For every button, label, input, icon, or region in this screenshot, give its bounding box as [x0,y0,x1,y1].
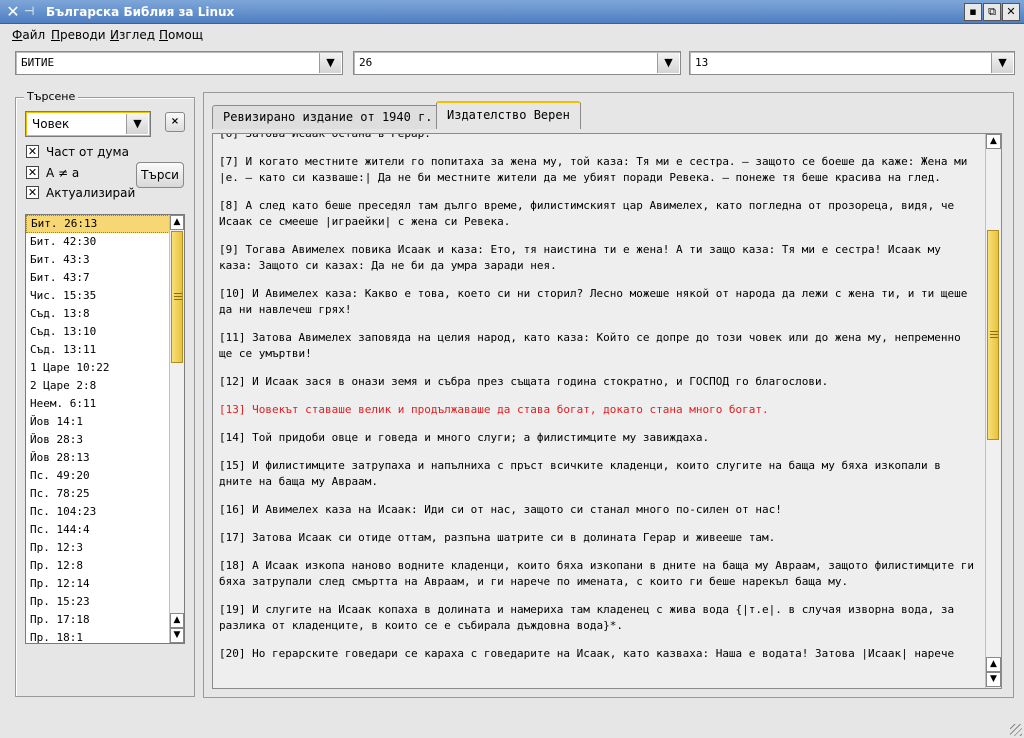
search-result-item[interactable]: Пр. 12:14 [26,575,184,593]
maximize-button[interactable]: ⧉ [983,3,1001,21]
option-label: Актуализирай [46,186,136,200]
verse: [20] Но герарските говедари се караха с … [219,647,955,660]
checkbox-checked-icon[interactable]: ✕ [26,145,39,158]
search-result-item[interactable]: Пр. 17:18 [26,611,184,629]
verse: [8] А след като беше преседял там дълго … [219,199,955,228]
search-result-item[interactable]: Съд. 13:11 [26,341,184,359]
menu-file[interactable]: Файл [12,28,45,42]
search-result-item[interactable]: Чис. 15:35 [26,287,184,305]
search-result-item[interactable]: 2 Царе 2:8 [26,377,184,395]
verse-highlighted: [13] Човекът ставаше велик и продължаваш… [219,403,769,416]
search-result-item[interactable]: Йов 14:1 [26,413,184,431]
minimize-button[interactable]: ▪ [964,3,982,21]
search-result-item[interactable]: Пс. 78:25 [26,485,184,503]
search-result-item[interactable]: Бит. 42:30 [26,233,184,251]
search-results-list[interactable]: Бит. 26:13 Бит. 42:30 Бит. 43:3 Бит. 43:7 Чи… [25,214,185,644]
arrow-up-icon[interactable]: ▲ [170,215,184,230]
verse-text-area[interactable]: [6] Затова Исаак остана в Герар. [7] И ко… [212,133,1002,689]
arrow-up-icon[interactable]: ▲ [170,613,184,628]
chevron-down-icon[interactable]: ▼ [657,53,679,73]
option-label: Част от дума [46,145,129,159]
search-result-item[interactable]: Йов 28:13 [26,449,184,467]
close-button[interactable]: ✕ [1002,3,1020,21]
window-title: Българска Библия за Linux [46,5,235,19]
search-result-item[interactable]: Съд. 13:10 [26,323,184,341]
verse: [6] Затова Исаак остана в Герар. [219,133,431,140]
chevron-down-icon[interactable]: ▼ [126,114,148,134]
search-result-item[interactable]: 1 Царе 10:22 [26,359,184,377]
scrollbar-thumb[interactable] [171,231,183,363]
text-scrollbar[interactable]: ▲ ▲ ▼ [985,134,1001,688]
checkbox-checked-icon[interactable]: ✕ [26,186,39,199]
verse: [16] И Авимелех каза на Исаак: Иди си от… [219,503,782,516]
x-logo-icon[interactable]: ✕ [3,2,23,22]
search-panel: Търсене Човек ▼ × ✕ Част от дума ✕ А ≠ а… [15,90,195,697]
verse: [12] И Исаак зася в онази земя и събра п… [219,375,829,388]
search-result-item[interactable]: Пр. 12:3 [26,539,184,557]
verse: [19] И слугите на Исаак копаха в долинат… [219,603,955,632]
search-button[interactable]: Търси [136,162,184,188]
verse-value: 13 [695,56,709,69]
verse: [18] А Исаак изкопа наново водните кладе… [219,559,974,588]
bible-text-panel: Ревизирано издание от 1940 г. Издателств… [203,92,1014,698]
menu-view[interactable]: Изглед [110,28,155,42]
search-input[interactable]: Човек ▼ [25,111,151,137]
book-value: БИТИЕ [21,56,55,69]
verse: [10] И Авимелех каза: Какво е това, коет… [219,287,968,316]
verse: [14] Той придоби овце и говеда и много с… [219,431,710,444]
arrow-up-icon[interactable]: ▲ [986,657,1001,672]
verse: [17] Затова Исаак си отиде оттам, разпън… [219,531,776,544]
results-scrollbar[interactable]: ▲ ▲ ▼ [169,215,184,643]
menu-bar: Файл Преводи Изглед Помощ [0,25,1024,45]
search-result-item[interactable]: Пс. 49:20 [26,467,184,485]
search-result-item[interactable]: Йов 28:3 [26,431,184,449]
resize-grip[interactable] [1010,724,1022,736]
search-result-item[interactable]: Пс. 104:23 [26,503,184,521]
tab-veren-publishing[interactable]: Издателство Верен [436,101,581,129]
chevron-down-icon[interactable]: ▼ [319,53,341,73]
pin-icon[interactable]: ⊣ [24,4,34,18]
book-select[interactable]: БИТИЕ ▼ [15,51,343,75]
search-result-item[interactable]: Съд. 13:8 [26,305,184,323]
clear-search-button[interactable]: × [165,112,185,132]
search-result-item[interactable]: Пс. 144:4 [26,521,184,539]
tab-revised-1940[interactable]: Ревизирано издание от 1940 г. [212,105,444,129]
verse-select[interactable]: 13 ▼ [689,51,1015,75]
verse: [11] Затова Авимелех заповяда на целия н… [219,331,961,360]
search-legend: Търсене [24,90,79,103]
verse: [9] Тогава Авимелех повика Исаак и каза:… [219,243,941,272]
search-result-item[interactable]: Бит. 26:13 [26,215,184,233]
checkbox-checked-icon[interactable]: ✕ [26,166,39,179]
search-result-item[interactable]: Пр. 15:23 [26,593,184,611]
search-result-item[interactable]: Неем. 6:11 [26,395,184,413]
arrow-down-icon[interactable]: ▼ [986,672,1001,687]
chapter-value: 26 [359,56,373,69]
menu-translations[interactable]: Преводи [51,28,106,42]
search-query: Човек [32,117,70,131]
arrow-up-icon[interactable]: ▲ [986,134,1001,149]
search-result-item[interactable]: Бит. 43:3 [26,251,184,269]
verse: [7] И когато местните жители го попитаха… [219,155,968,184]
search-result-item[interactable]: Пр. 12:8 [26,557,184,575]
search-result-item[interactable]: Бит. 43:7 [26,269,184,287]
chevron-down-icon[interactable]: ▼ [991,53,1013,73]
arrow-down-icon[interactable]: ▼ [170,628,184,643]
title-bar[interactable]: ✕ ⊣ Българска Библия за Linux ▪ ⧉ ✕ [0,0,1024,24]
scrollbar-thumb[interactable] [987,230,999,440]
menu-help[interactable]: Помощ [159,28,203,42]
search-result-item[interactable]: Пр. 18:1 [26,629,184,643]
verse: [15] И филистимците затрупаха и напълних… [219,459,941,488]
chapter-select[interactable]: 26 ▼ [353,51,681,75]
option-label: А ≠ а [46,166,80,180]
